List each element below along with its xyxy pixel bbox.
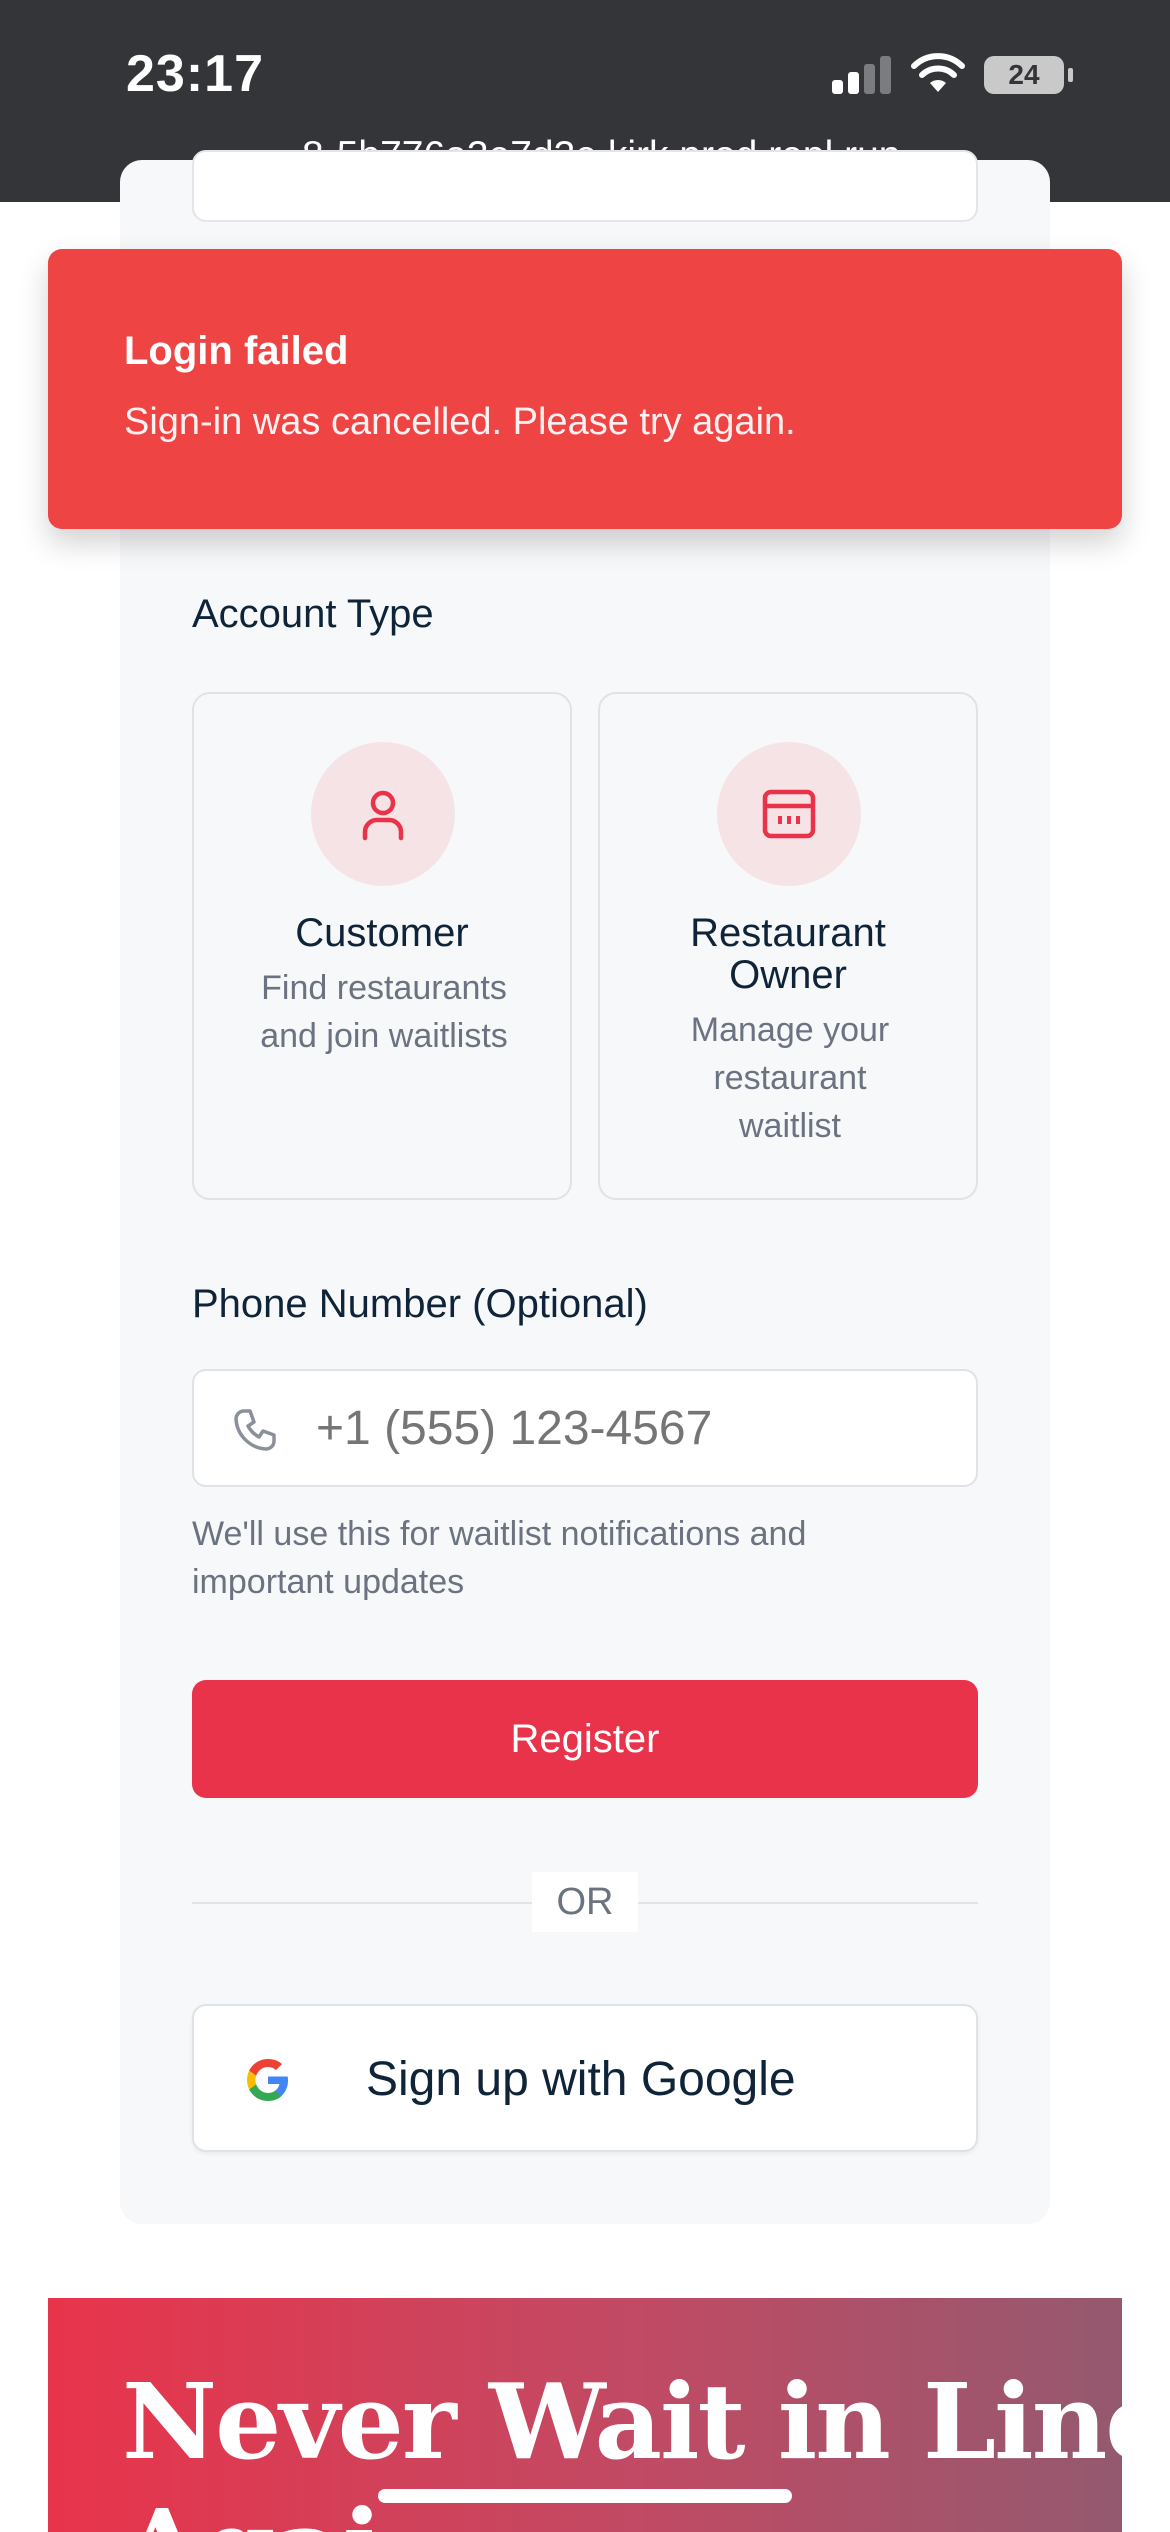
account-option-restaurant-owner[interactable]: Restaurant Owner Manage your restaurant …: [598, 692, 978, 1200]
calendar-icon: [762, 789, 816, 839]
restaurant-owner-title-line-2: Owner: [729, 953, 847, 997]
battery-cap: [1068, 68, 1073, 82]
phone-helper-line-1: We'll use this for waitlist notification…: [192, 1515, 807, 1553]
phone-helper-text: We'll use this for waitlist notification…: [192, 1510, 978, 1606]
restaurant-owner-title-line-1: Restaurant: [690, 911, 886, 955]
customer-icon-circle: [311, 742, 455, 886]
restaurant-owner-icon-circle: [717, 742, 861, 886]
hero-title: Never Wait in Line: [122, 2360, 1122, 2483]
home-indicator[interactable]: [378, 2489, 792, 2503]
hero-title-line-2: Agai: [122, 2486, 382, 2532]
register-button[interactable]: Register: [192, 1680, 978, 1798]
phone-number-label: Phone Number (Optional): [192, 1282, 648, 1326]
restaurant-owner-description-line-1: Manage your: [690, 1011, 890, 1049]
phone-number-field[interactable]: [192, 1369, 978, 1487]
customer-description-line-1: Find restaurants: [261, 969, 507, 1007]
or-divider-label: OR: [532, 1872, 638, 1932]
account-type-label: Account Type: [192, 592, 434, 636]
toast-message: Sign-in was cancelled. Please try again.: [124, 401, 796, 443]
phone-helper-line-2: important updates: [192, 1563, 465, 1601]
customer-title: Customer: [295, 911, 469, 955]
account-option-customer[interactable]: Customer Find restaurants and join waitl…: [192, 692, 572, 1200]
toast-title: Login failed: [124, 329, 349, 373]
page: 23:17 24 ...8-5b776a3e7d3e.kirk.prod.rep…: [0, 0, 1170, 2532]
status-time: 23:17: [126, 45, 264, 103]
wifi-icon: [911, 53, 965, 92]
google-logo-icon: [247, 2059, 288, 2101]
google-signup-button[interactable]: Sign up with Google: [192, 2004, 978, 2152]
battery-icon: 24: [984, 56, 1064, 94]
restaurant-owner-description-line-3: waitlist: [738, 1107, 842, 1145]
phone-number-input[interactable]: [316, 1401, 936, 1456]
error-toast[interactable]: Login failed Sign-in was cancelled. Plea…: [48, 249, 1122, 529]
customer-description-line-2: and join waitlists: [260, 1017, 508, 1055]
phone-icon: [234, 1409, 276, 1451]
restaurant-owner-description-line-2: restaurant: [713, 1059, 867, 1097]
previous-input-field[interactable]: [192, 150, 978, 222]
user-icon: [362, 790, 404, 841]
cellular-signal-icon: [832, 52, 892, 94]
google-signup-label: Sign up with Google: [366, 2053, 796, 2106]
